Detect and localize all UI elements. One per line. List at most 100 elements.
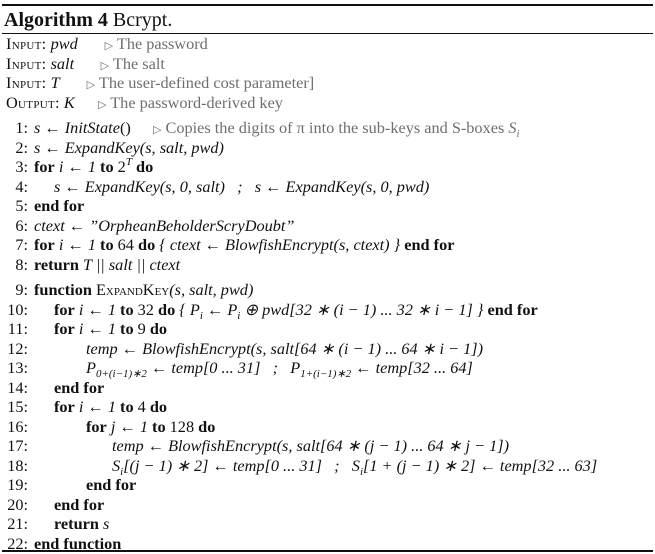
code: s ← ExpandKey(s, salt, pwd): [34, 137, 224, 157]
algo-line-3: 3: for i ← 1 to 2T do: [2, 157, 653, 177]
algo-line-16: 16: for j ← 1 to 128 do: [2, 417, 653, 437]
line-number: 4:: [15, 176, 28, 196]
algo-line-20: 20: end for: [2, 495, 653, 515]
algo-line-19: 19: end for: [2, 475, 653, 495]
line-comment: Copies the digits of π into the sub-keys…: [165, 118, 509, 137]
code: (): [119, 118, 131, 137]
code: s ← ExpandKey(s, 0, salt) ; s ← ExpandKe…: [54, 176, 430, 196]
keyword: to: [100, 235, 114, 254]
io-comment: The password: [116, 34, 208, 53]
keyword: return: [54, 514, 99, 533]
io-variable: K: [63, 92, 75, 112]
comment-triangle-icon: ▷: [100, 59, 110, 72]
line-number: 5:: [15, 196, 28, 215]
line-number: 21:: [7, 514, 28, 533]
code: 9: [133, 319, 150, 338]
line-number: 13:: [7, 358, 28, 377]
line-number: 14:: [7, 377, 28, 397]
code: ← temp[32 ... 64]: [351, 358, 473, 377]
input-pwd: Input: pwd ▷ The password: [2, 34, 653, 54]
algo-line-21: 21: return s: [2, 514, 653, 534]
code: T || salt || ctext: [78, 254, 181, 274]
keyword: end for: [54, 494, 105, 514]
algo-line-4: 4: s ← ExpandKey(s, 0, salt) ; s ← Expand…: [2, 177, 653, 197]
keyword: to: [120, 397, 134, 416]
code: temp ← BlowfishEncrypt(s, salt[64 ∗ (i −…: [86, 338, 484, 358]
output-key: Output: K ▷ The password-derived key: [2, 93, 653, 113]
line-number: 2:: [15, 137, 28, 157]
line-number: 9:: [15, 280, 28, 299]
code: s ←: [34, 118, 65, 137]
io-variable: salt: [50, 53, 75, 73]
algo-line-17: 17: temp ← BlowfishEncrypt(s, salt[64 ∗ (…: [2, 436, 653, 456]
line-number: 12:: [7, 338, 28, 358]
algo-line-1: 1: s ← InitState() ▷ Copies the digits of…: [2, 118, 653, 140]
code: i ← 1: [74, 319, 121, 338]
code: 4: [133, 397, 150, 416]
code: 32: [133, 299, 159, 319]
algo-line-18: 18: Si[(j − 1) ∗ 2] ← temp[0 ... 31] ; Si…: [2, 455, 653, 478]
algo-line-5: 5: end for: [2, 196, 653, 216]
keyword: for: [54, 397, 75, 416]
code: InitState: [64, 118, 120, 137]
code: [(j − 1) ∗ 2] ← temp[0 ... 31] ; S: [123, 455, 360, 475]
io-keyword: Output:: [6, 92, 60, 112]
code: { P: [175, 299, 200, 319]
code: i ← 1: [54, 235, 101, 254]
code: 2: [113, 157, 126, 176]
code: 128: [165, 416, 199, 436]
keyword: do: [149, 319, 168, 338]
algo-line-9: 9: function ExpandKey(s, salt, pwd): [2, 280, 653, 300]
line-number: 18:: [7, 455, 28, 475]
code: ⊕ pwd[32 ∗ (i − 1) ... 32 ∗ i − 1] }: [240, 299, 488, 319]
code: [1 + (j − 1) ∗ 2] ← temp[32 ... 63]: [363, 455, 598, 475]
keyword: for: [34, 235, 55, 254]
line-number: 20:: [7, 494, 28, 514]
bottom-rule: [2, 550, 653, 552]
keyword: for: [54, 319, 75, 338]
keyword: to: [120, 319, 134, 338]
line-number: 11:: [7, 319, 28, 338]
algo-line-14: 14: end for: [2, 378, 653, 398]
line-number: 19:: [7, 475, 28, 494]
keyword: do: [149, 397, 168, 416]
line-number: 1:: [15, 118, 28, 137]
keyword: end for: [34, 196, 85, 215]
keyword: to: [120, 299, 134, 319]
line-number: 17:: [7, 436, 28, 455]
comment-triangle-icon: ▷: [104, 40, 114, 52]
code: { ctext ← BlowfishEncrypt(s, ctext) }: [155, 235, 405, 254]
keyword: function: [34, 280, 92, 299]
keyword: do: [138, 235, 156, 254]
algo-line-10: 10: for i ← 1 to 32 do { Pi ← Pi ⊕ pwd[32…: [2, 299, 653, 322]
line-number: 10:: [7, 299, 28, 319]
code: ← temp[0 ... 31] ; P: [146, 358, 301, 377]
io-comment: The user-defined cost parameter]: [98, 73, 315, 92]
comment-triangle-icon: ▷: [152, 124, 162, 136]
code: s: [98, 514, 110, 533]
io-keyword: Input:: [6, 53, 47, 73]
io-variable: T: [50, 73, 60, 92]
io-variable: pwd: [50, 34, 78, 53]
io-comment: The password-derived key: [110, 92, 283, 112]
code: P: [86, 358, 96, 377]
keyword: end for: [86, 475, 137, 494]
keyword: for: [34, 157, 55, 176]
code: ctext ← ”OrpheanBeholderScryDoubt”: [34, 215, 295, 235]
caption-title: Bcrypt.: [112, 9, 173, 31]
code: 64: [113, 235, 139, 254]
code: i ← 1: [54, 157, 101, 176]
algo-line-15: 15: for i ← 1 to 4 do: [2, 397, 653, 417]
line-number: 15:: [7, 397, 28, 416]
algo-line-12: 12: temp ← BlowfishEncrypt(s, salt[64 ∗ (…: [2, 339, 653, 359]
keyword: return: [34, 254, 79, 274]
keyword: do: [158, 299, 176, 319]
line-number: 7:: [15, 235, 28, 254]
algorithm-caption: Algorithm 4 Bcrypt.: [2, 6, 653, 33]
algo-line-11: 11: for i ← 1 to 9 do: [2, 319, 653, 339]
code: ← P: [202, 299, 238, 319]
line-number: 6:: [15, 215, 28, 235]
keyword: do: [198, 416, 216, 436]
keyword: end for: [487, 299, 538, 319]
keyword: for: [86, 416, 107, 436]
